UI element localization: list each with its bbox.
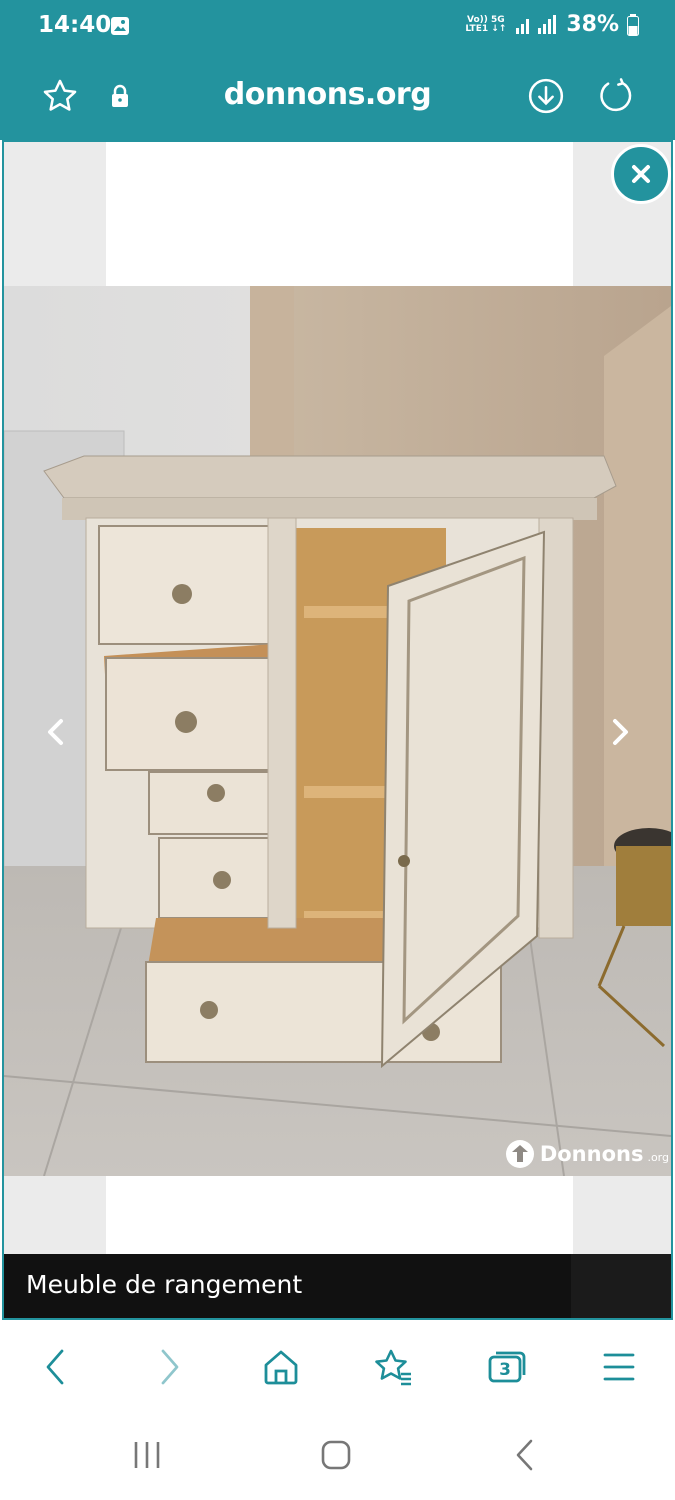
image-viewer: Donnons .org Meuble de rangement xyxy=(2,140,673,1320)
close-icon xyxy=(632,165,650,183)
donnons-logo-icon xyxy=(505,1140,534,1168)
tab-count: 3 xyxy=(499,1360,511,1380)
browser-bottom-toolbar: 3 xyxy=(0,1322,675,1412)
cabinet-photo xyxy=(4,286,671,1176)
status-icons: Vo)) 5G LTE1 ↓↑ 38% xyxy=(465,12,639,37)
donnons-watermark: Donnons .org xyxy=(504,1138,669,1170)
home-icon xyxy=(264,1350,298,1385)
bookmarks-icon xyxy=(375,1349,411,1386)
listing-photo[interactable]: Donnons .org xyxy=(4,286,671,1176)
menu-icon xyxy=(603,1353,635,1381)
watermark-suffix: .org xyxy=(647,1151,669,1164)
network-bottom-label: LTE1 ↓↑ xyxy=(465,23,507,34)
url-bar: donnons.org xyxy=(0,52,675,140)
watermark-brand: Donnons xyxy=(539,1142,644,1166)
back-icon xyxy=(46,1349,64,1385)
signal-icon xyxy=(516,14,557,34)
reload-button[interactable] xyxy=(594,74,638,118)
status-bar: 14:40 Vo)) 5G LTE1 ↓↑ 38% xyxy=(0,0,675,52)
recents-button[interactable] xyxy=(122,1430,172,1480)
battery-icon xyxy=(627,13,639,36)
close-viewer-button[interactable] xyxy=(611,144,671,204)
download-button[interactable] xyxy=(524,74,568,118)
home-button[interactable] xyxy=(256,1342,306,1392)
back-button[interactable] xyxy=(30,1342,80,1392)
image-caption: Meuble de rangement xyxy=(4,1254,671,1318)
chevron-right-icon xyxy=(613,719,628,745)
download-icon xyxy=(528,78,564,114)
system-back-icon xyxy=(516,1439,533,1471)
next-image-button[interactable] xyxy=(600,712,640,752)
forward-button[interactable] xyxy=(145,1342,195,1392)
recents-icon xyxy=(134,1442,160,1468)
system-back-button[interactable] xyxy=(500,1430,550,1480)
reload-icon xyxy=(600,78,632,112)
menu-button[interactable] xyxy=(594,1342,644,1392)
caption-text: Meuble de rangement xyxy=(26,1270,303,1299)
bookmarks-button[interactable] xyxy=(368,1342,418,1392)
tabs-button[interactable]: 3 xyxy=(481,1342,531,1392)
system-navigation-bar xyxy=(0,1412,675,1500)
previous-image-button[interactable] xyxy=(36,712,76,752)
forward-icon xyxy=(161,1349,179,1385)
chevron-left-icon xyxy=(48,719,63,745)
image-icon xyxy=(111,17,129,35)
system-home-button[interactable] xyxy=(311,1430,361,1480)
home-button-icon xyxy=(321,1440,351,1470)
battery-percent: 38% xyxy=(566,12,619,37)
caption-edge xyxy=(571,1254,671,1318)
status-time: 14:40 xyxy=(38,12,112,38)
network-indicator: Vo)) 5G LTE1 ↓↑ xyxy=(465,15,507,34)
